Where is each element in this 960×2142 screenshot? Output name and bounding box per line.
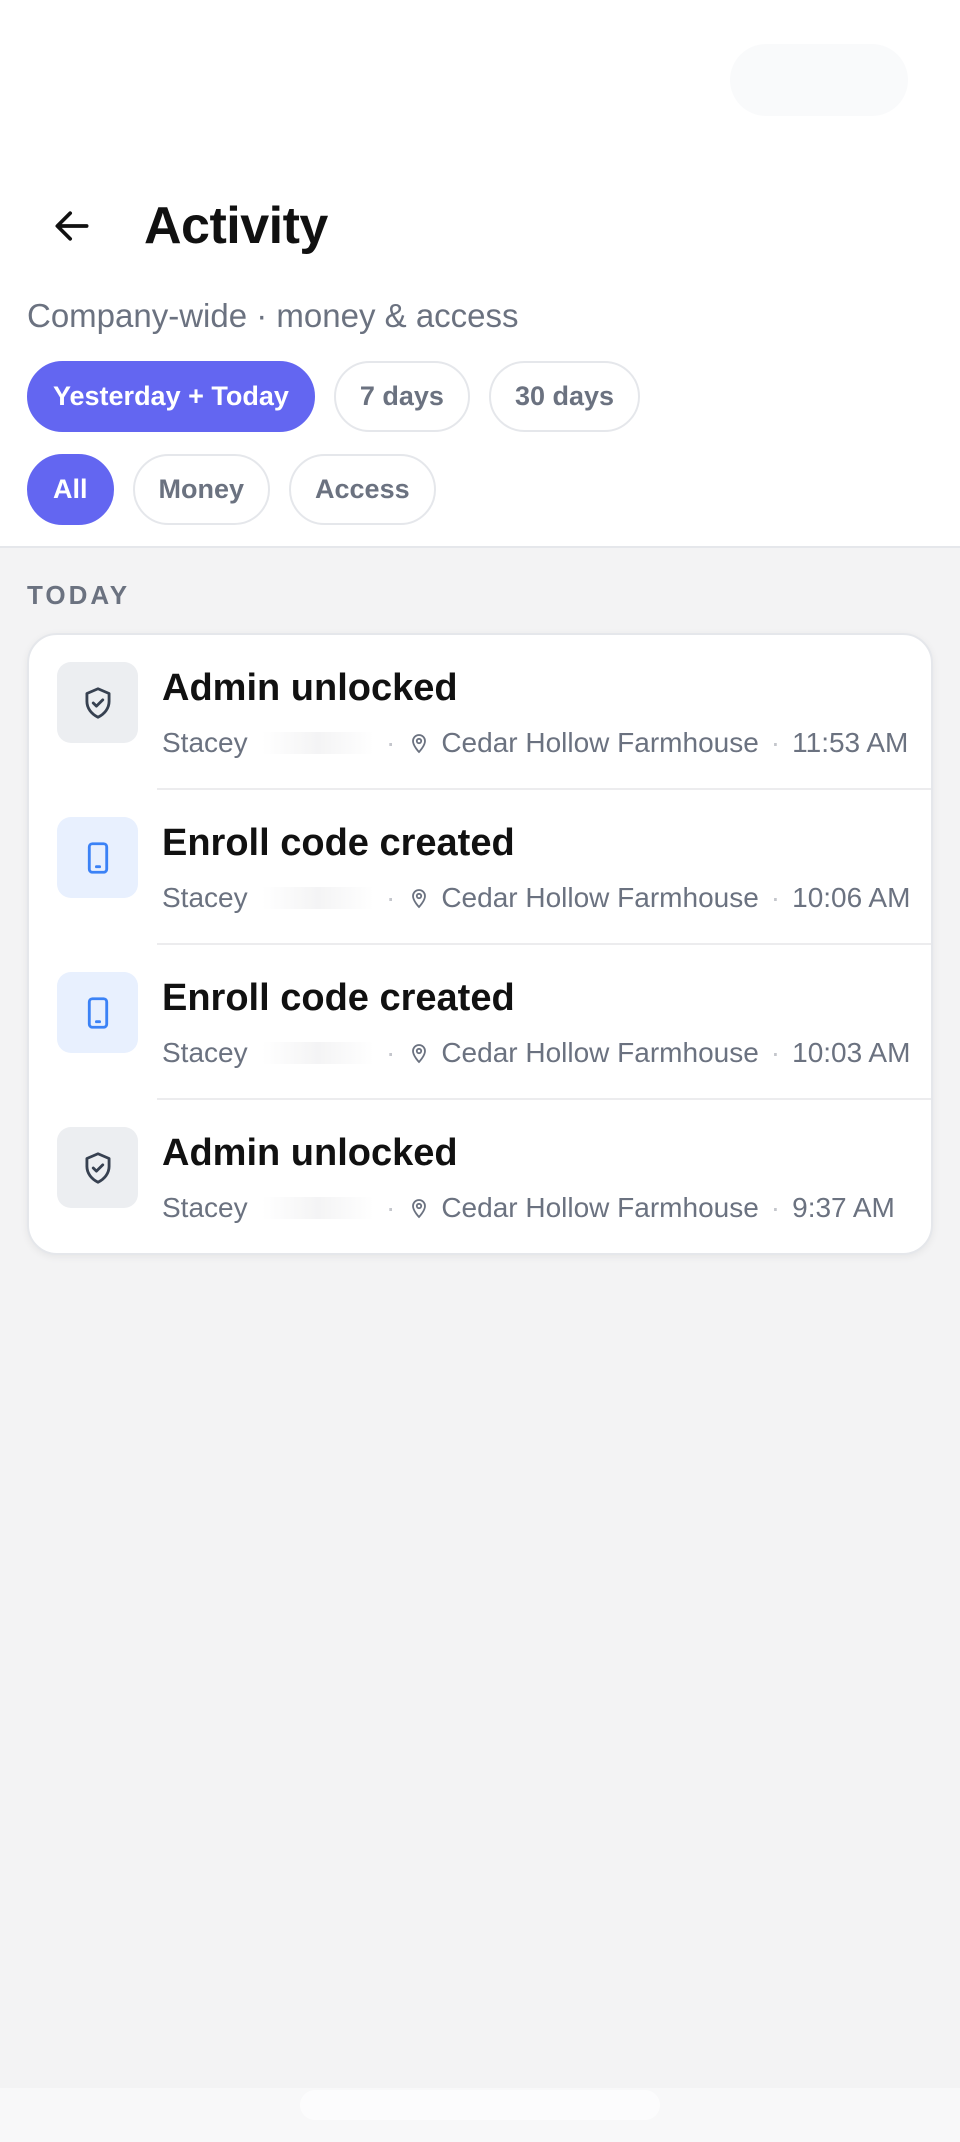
page-title: Activity [144, 197, 328, 255]
location-pin-icon [407, 886, 431, 910]
activity-user: Stacey [162, 1192, 248, 1223]
activity-location: Cedar Hollow Farmhouse [441, 882, 759, 913]
activity-user: Stacey [162, 1037, 248, 1068]
activity-user: Stacey [162, 882, 248, 913]
back-button[interactable] [44, 198, 100, 254]
activity-meta: Stacey · Cedar Hollow Farmhouse · 10:03 … [162, 1035, 910, 1071]
location-pin-icon [407, 1196, 431, 1220]
tablet-icon [57, 972, 138, 1053]
activity-time: 9:37 AM [792, 1192, 895, 1223]
activity-user: Stacey [162, 727, 248, 758]
redacted-text [262, 732, 374, 754]
activity-row[interactable]: Admin unlocked Stacey · Cedar Hollow Far… [29, 635, 931, 790]
filter-chip-7-days[interactable]: 7 days [333, 361, 470, 432]
shield-check-icon [57, 1127, 138, 1208]
arrow-left-icon [55, 211, 89, 241]
activity-time: 10:03 AM [792, 1037, 911, 1068]
shield-check-icon [57, 662, 138, 743]
filter-chip-money[interactable]: Money [132, 454, 271, 525]
activity-row[interactable]: Enroll code created Stacey · Cedar Hollo… [29, 790, 931, 945]
location-pin-icon [407, 1041, 431, 1065]
activity-time: 10:06 AM [792, 882, 911, 913]
filter-chip-yesterday-today[interactable]: Yesterday + Today [27, 361, 315, 432]
app-bar: Activity [0, 190, 960, 260]
header-area: Activity Company-wide · money & access Y… [0, 0, 960, 548]
section-label-today: TODAY [27, 580, 131, 610]
type-filter-group: All Money Access [27, 454, 436, 525]
tablet-icon [57, 817, 138, 898]
filter-chip-30-days[interactable]: 30 days [488, 361, 641, 432]
activity-title: Enroll code created [162, 977, 515, 1019]
status-pill [730, 44, 908, 116]
activity-title: Enroll code created [162, 822, 515, 864]
redacted-text [262, 887, 374, 909]
activity-meta: Stacey · Cedar Hollow Farmhouse · 11:53 … [162, 725, 908, 761]
filter-chip-all[interactable]: All [27, 454, 114, 525]
filter-chip-access[interactable]: Access [289, 454, 436, 525]
activity-row[interactable]: Enroll code created Stacey · Cedar Hollo… [29, 945, 931, 1100]
range-filter-group: Yesterday + Today 7 days 30 days [27, 361, 641, 432]
activity-row[interactable]: Admin unlocked Stacey · Cedar Hollow Far… [29, 1100, 931, 1253]
activity-meta: Stacey · Cedar Hollow Farmhouse · 9:37 A… [162, 1190, 895, 1226]
location-pin-icon [407, 731, 431, 755]
redacted-text [262, 1042, 374, 1064]
activity-card: Admin unlocked Stacey · Cedar Hollow Far… [27, 633, 933, 1255]
activity-title: Admin unlocked [162, 1132, 458, 1174]
activity-location: Cedar Hollow Farmhouse [441, 1037, 759, 1068]
activity-meta: Stacey · Cedar Hollow Farmhouse · 10:06 … [162, 880, 910, 916]
home-indicator[interactable] [300, 2090, 660, 2120]
activity-location: Cedar Hollow Farmhouse [441, 727, 759, 758]
page-subtitle: Company-wide · money & access [27, 297, 519, 334]
activity-title: Admin unlocked [162, 667, 458, 709]
activity-location: Cedar Hollow Farmhouse [441, 1192, 759, 1223]
redacted-text [262, 1197, 374, 1219]
activity-time: 11:53 AM [792, 727, 909, 758]
